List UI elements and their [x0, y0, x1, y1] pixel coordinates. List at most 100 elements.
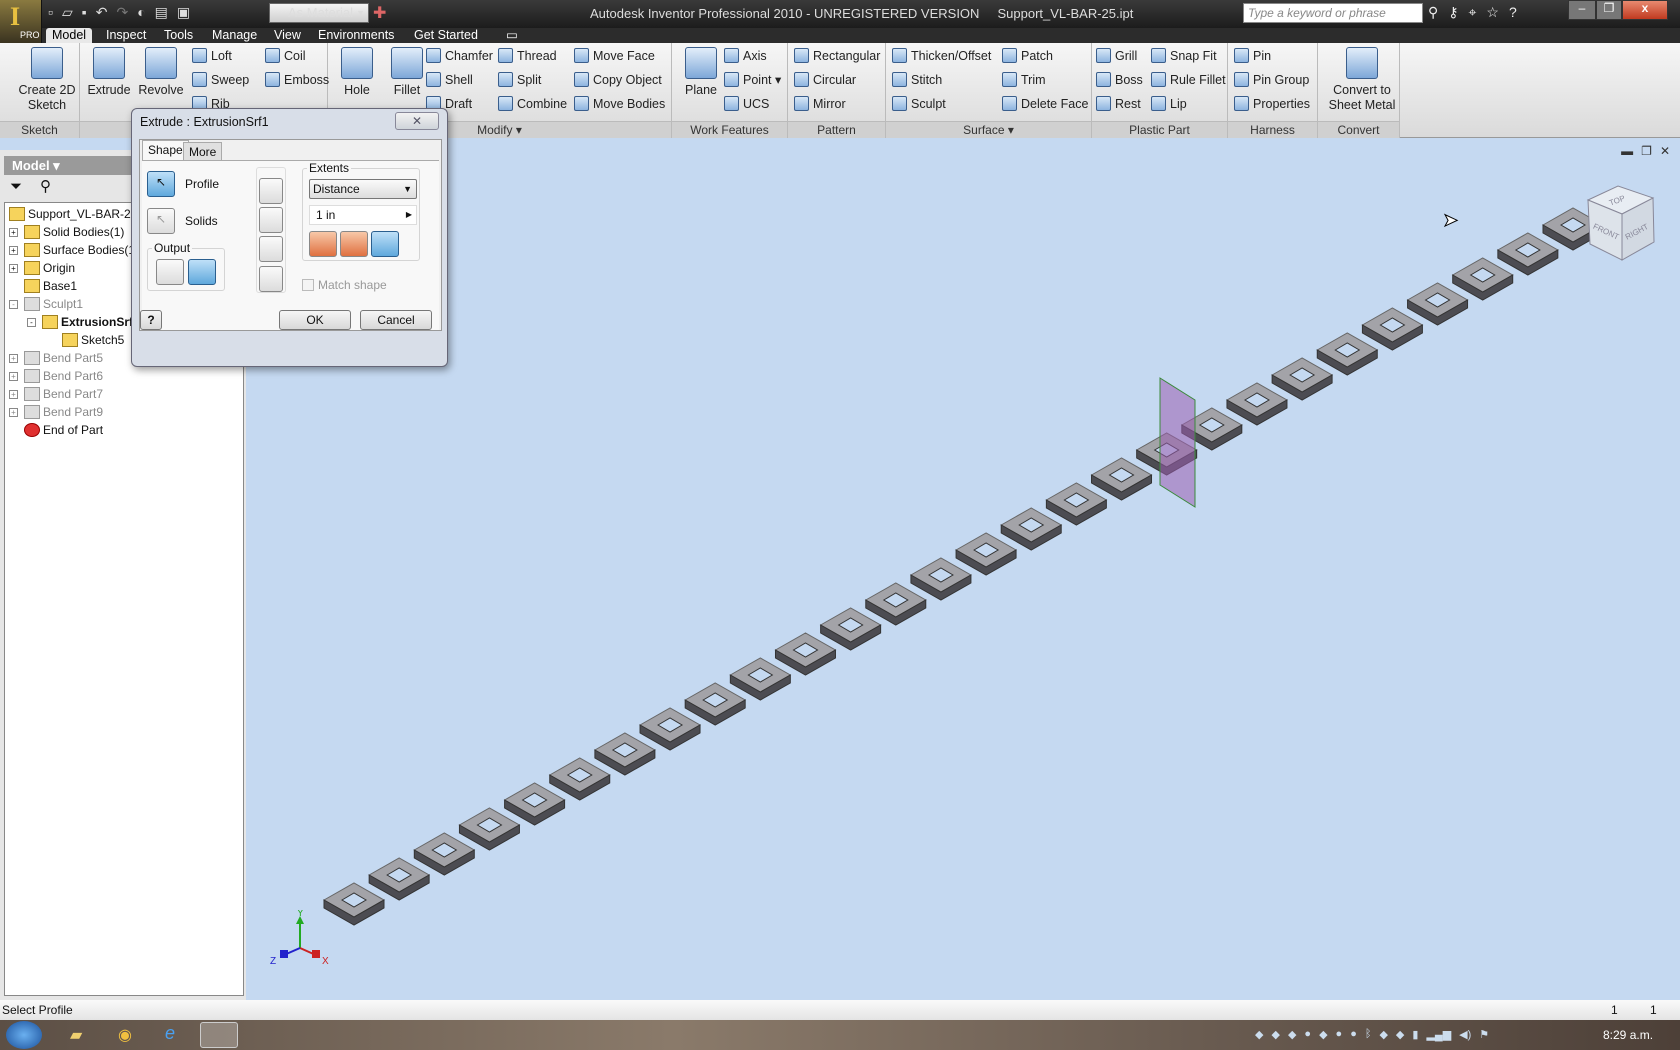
solids-select-button[interactable]: ↖	[147, 208, 175, 234]
mirror-button[interactable]: Mirror	[794, 96, 846, 111]
join-button[interactable]	[259, 178, 283, 204]
tab-tools[interactable]: Tools	[158, 28, 199, 43]
color-override-icon[interactable]: ✚	[373, 3, 386, 23]
intersect-button[interactable]	[259, 236, 283, 262]
expander-icon[interactable]: -	[9, 299, 18, 309]
sweep-button[interactable]: Sweep	[192, 72, 249, 87]
tree-node[interactable]: Sketch5	[47, 331, 124, 349]
output-solid-button[interactable]	[156, 259, 184, 285]
expander-icon[interactable]: +	[9, 389, 18, 399]
viewcube[interactable]: TOP FRONT RIGHT	[1578, 182, 1668, 272]
tab-environments[interactable]: Environments	[312, 28, 400, 43]
minimize-ribbon-icon[interactable]: ▭	[500, 28, 524, 43]
expander-icon[interactable]: +	[9, 407, 18, 417]
appearance-select[interactable]: As Material ▼	[269, 3, 369, 23]
new-icon[interactable]: ▫	[48, 4, 53, 22]
sculpt-button[interactable]: Sculpt	[892, 96, 946, 111]
direction1-button[interactable]	[309, 231, 337, 257]
binoculars-icon[interactable]: ⚲	[1428, 4, 1438, 21]
inventor-task-button[interactable]	[200, 1022, 238, 1048]
save-icon[interactable]: ▪	[82, 4, 87, 22]
tray-icon[interactable]: ◆	[1288, 1028, 1296, 1041]
tray-icon[interactable]: ◆	[1379, 1028, 1387, 1041]
viewport-minimize-icon[interactable]: ▬	[1621, 144, 1633, 158]
expander-icon[interactable]: +	[9, 263, 18, 273]
rest-button[interactable]: Rest	[1096, 96, 1141, 111]
panel-label[interactable]: Pattern	[788, 121, 885, 138]
search-field[interactable]: Type a keyword or phrase	[1243, 3, 1423, 23]
axis-button[interactable]: Axis	[724, 48, 767, 63]
start-button[interactable]	[6, 1021, 42, 1049]
circular-button[interactable]: Circular	[794, 72, 856, 87]
lip-button[interactable]: Lip	[1151, 96, 1187, 111]
pin-group-button[interactable]: Pin Group	[1234, 72, 1309, 87]
distance-input[interactable]: 1 in ▶	[309, 205, 417, 225]
tree-node[interactable]: + Solid Bodies(1)	[9, 223, 124, 241]
tab-more[interactable]: More	[183, 142, 223, 160]
plane-button[interactable]: Plane	[676, 43, 726, 98]
create-2d-sketch-button[interactable]: Create 2D Sketch	[9, 43, 85, 113]
loft-button[interactable]: Loft	[192, 48, 232, 63]
tree-node[interactable]: + Bend Part7	[9, 385, 103, 403]
tab-view[interactable]: View	[268, 28, 307, 43]
project-icon[interactable]: ▤	[155, 4, 168, 22]
tab-shape[interactable]: Shape	[142, 140, 189, 161]
fillet-button[interactable]: Fillet	[382, 43, 432, 98]
tree-node[interactable]: - ExtrusionSrf1	[27, 313, 140, 331]
panel-label[interactable]: Work Features	[672, 121, 787, 138]
internet-explorer-icon[interactable]: e	[165, 1023, 175, 1044]
tray-icon[interactable]: ●	[1304, 1028, 1311, 1041]
point-button[interactable]: Point ▾	[724, 72, 781, 87]
viewport-restore-icon[interactable]: ❐	[1641, 144, 1652, 158]
tab-get-started[interactable]: Get Started	[408, 28, 484, 43]
clock[interactable]: 8:29 a.m.	[1603, 1028, 1653, 1042]
tray-icon[interactable]: ●	[1336, 1028, 1343, 1041]
copy-object-button[interactable]: Copy Object	[574, 72, 662, 87]
dialog-close-button[interactable]: ✕	[395, 112, 439, 130]
move-bodies-button[interactable]: Move Bodies	[574, 96, 665, 111]
minimize-button[interactable]: –	[1568, 0, 1596, 20]
symmetric-button[interactable]	[371, 231, 399, 257]
signal-icon[interactable]: ▂▄▆	[1426, 1028, 1451, 1041]
expander-icon[interactable]: +	[9, 353, 18, 363]
extrude-button[interactable]: Extrude	[84, 43, 134, 98]
expander-icon[interactable]: +	[9, 227, 18, 237]
emboss-button[interactable]: Emboss	[265, 72, 329, 87]
match-shape-checkbox[interactable]	[302, 279, 314, 291]
viewport-close-icon[interactable]: ✕	[1660, 144, 1670, 158]
thicken-offset-button[interactable]: Thicken/Offset	[892, 48, 991, 63]
tree-node[interactable]: + Bend Part9	[9, 403, 103, 421]
chamfer-button[interactable]: Chamfer	[426, 48, 493, 63]
tree-node[interactable]: + Surface Bodies(1)	[9, 241, 139, 259]
grill-button[interactable]: Grill	[1096, 48, 1137, 63]
tray-icon[interactable]: ◆	[1255, 1028, 1263, 1041]
direction2-button[interactable]	[340, 231, 368, 257]
tree-node[interactable]: End of Part	[9, 421, 103, 439]
tray-icon[interactable]: ●	[1350, 1028, 1357, 1041]
bluetooth-icon[interactable]: ᛒ	[1365, 1028, 1372, 1041]
tree-node[interactable]: + Origin	[9, 259, 75, 277]
tab-model[interactable]: Model	[46, 28, 93, 43]
rule-fillet-button[interactable]: Rule Fillet	[1151, 72, 1226, 87]
pin-button[interactable]: Pin	[1234, 48, 1271, 63]
tree-node[interactable]: Base1	[9, 277, 77, 295]
panel-label[interactable]: Harness	[1228, 121, 1317, 138]
arrow-right-icon[interactable]: ▶	[406, 206, 412, 224]
app-menu-button[interactable]: I PRO	[0, 0, 42, 43]
update-icon[interactable]: ▣	[177, 4, 190, 22]
cut-button[interactable]	[259, 207, 283, 233]
open-icon[interactable]: ▱	[62, 4, 73, 22]
tab-manage[interactable]: Manage	[206, 28, 263, 43]
help-button[interactable]: ?	[140, 310, 162, 330]
panel-label[interactable]: Convert	[1318, 121, 1399, 138]
tray-icon[interactable]: ◆	[1319, 1028, 1327, 1041]
profile-select-button[interactable]: ↖	[147, 171, 175, 197]
trim-button[interactable]: Trim	[1002, 72, 1046, 87]
maximize-button[interactable]: ❐	[1596, 0, 1622, 20]
expander-icon[interactable]: +	[9, 371, 18, 381]
filter-icon[interactable]: ⏷	[10, 178, 22, 195]
new-solid-button[interactable]	[259, 266, 283, 292]
ucs-button[interactable]: UCS	[724, 96, 769, 111]
expander-icon[interactable]: +	[9, 245, 18, 255]
satellite-icon[interactable]: ⌖	[1469, 4, 1477, 21]
